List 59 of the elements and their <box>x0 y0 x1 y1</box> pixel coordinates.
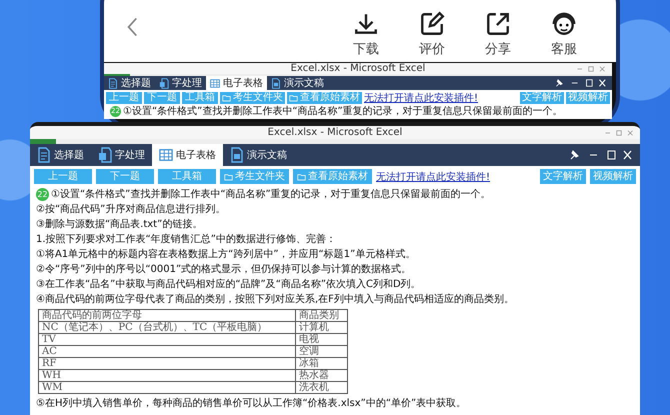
install-link[interactable]: 无法打开请点此安装插件! <box>364 90 478 104</box>
table-cell: 商品代码的前两位字母 <box>38 310 296 322</box>
edit-icon <box>419 11 445 37</box>
spreadsheet-icon <box>159 147 173 163</box>
question-text: ②按“商品代码”升序对商品信息进行排列。 <box>36 202 226 217</box>
word-document-icon <box>98 147 112 163</box>
document-icon <box>108 78 118 88</box>
question-text: ①设置“条件格式”查找并删除工作表中“商品名称”重复的记录，对于重复信息只保留最前面的一个。 <box>123 105 563 118</box>
question-text: ⑤在H列中填入销售单价，每种商品的销售单价可以从工作簿“价格表.xlsx”中的“单价”表中获取。 <box>36 396 466 411</box>
table-cell: 洗衣机 <box>296 382 348 394</box>
toolbar-action[interactable]: 评价 <box>410 11 454 58</box>
toolbar-action[interactable]: 客服 <box>542 11 586 58</box>
window-title: Excel.xlsx - Microsoft Excel <box>268 127 402 138</box>
window-controls-icon[interactable] <box>568 149 632 161</box>
question-text: ①将A1单元格中的标题内容在表格数据上方“跨列居中”，并应用“标题1”单元格样式。 <box>36 248 416 262</box>
question-text: ③在工作表“品名”中获取与商品代码相对应的“品牌”及“商品名称”依次填入C列和D列。 <box>36 278 421 292</box>
question-text: 1.按照下列要求对工作表“年度销售汇总”中的数据进行修饰、完善： <box>36 232 336 247</box>
headset-icon <box>551 11 577 37</box>
question-number-badge: 22 <box>36 188 49 201</box>
tab[interactable]: 选择题 <box>30 144 91 166</box>
toolbar-action[interactable]: 下载 <box>344 11 388 58</box>
folder-icon <box>224 172 233 180</box>
folder-icon <box>297 172 306 180</box>
tab[interactable]: 字处理 <box>91 144 152 166</box>
question-text: ④商品代码的前两位字母代表了商品的类别，按照下列对应关系,在F列中填入与商品代码相适应的商品类别。 <box>36 292 514 307</box>
table-cell: WH <box>38 370 296 382</box>
presentation-icon <box>271 78 281 88</box>
back-icon[interactable] <box>126 16 138 38</box>
document-icon <box>37 147 51 163</box>
table-cell: 计算机 <box>296 322 348 334</box>
spreadsheet-icon <box>210 78 220 88</box>
table-cell: RF <box>38 358 296 370</box>
window-controls-icon[interactable] <box>554 78 606 88</box>
folder-icon <box>222 94 231 102</box>
question-text: ③删除与源数据“商品表.txt”的链接。 <box>36 218 202 232</box>
tab[interactable]: 电子表格 <box>206 76 267 90</box>
table-cell: 热水器 <box>296 370 348 382</box>
window-title: Excel.xlsx - Microsoft Excel <box>290 63 426 74</box>
tab[interactable]: 选择题 <box>104 76 155 90</box>
tab[interactable]: 字处理 <box>155 76 206 90</box>
table-cell: 商品类别 <box>296 310 348 322</box>
folder-icon <box>289 94 298 102</box>
tab[interactable]: 电子表格 <box>152 144 223 166</box>
question-text: ①设置“条件格式”查找并删除工作表中“商品名称”重复的记录，对于重复信息只保留最前面的一个。 <box>51 188 491 202</box>
share-icon <box>485 11 511 37</box>
table-cell: TV <box>38 334 296 346</box>
table-cell: AC <box>38 346 296 358</box>
tab[interactable]: 演示文稿 <box>223 144 294 166</box>
table-cell: 电视 <box>296 334 348 346</box>
install-link[interactable]: 无法打开请点此安装插件! <box>376 170 490 184</box>
table-cell: 冰箱 <box>296 358 348 370</box>
question-text: ②令“序号”列中的序号以“0001”式的格式显示，但仍保持可以参与计算的数据格式。 <box>36 262 412 277</box>
presentation-icon <box>230 147 244 163</box>
table-cell: NC（笔记本）、PC（台式机）、TC（平板电脑） <box>38 322 296 334</box>
toolbar-action[interactable]: 分享 <box>476 11 520 58</box>
table-cell: WM <box>38 382 296 394</box>
tab[interactable]: 演示文稿 <box>267 76 328 90</box>
table-cell: 空调 <box>296 346 348 358</box>
word-document-icon <box>159 78 169 88</box>
